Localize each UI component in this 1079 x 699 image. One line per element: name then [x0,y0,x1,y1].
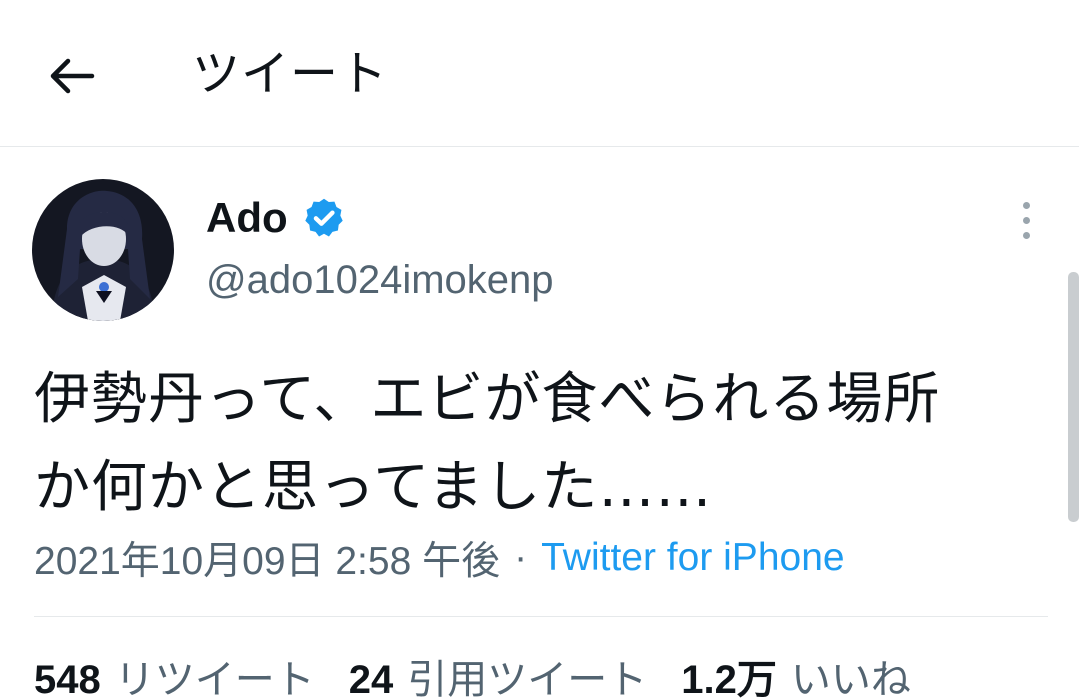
likes-count: 1.2万 [681,658,777,699]
verified-badge-icon [304,198,343,237]
arrow-left-icon [50,58,95,94]
more-vertical-icon-dot [1022,216,1030,224]
quotes-count: 24 [348,658,394,699]
more-vertical-icon-dot [1022,201,1030,209]
quotes-label: 引用ツイート [407,657,648,699]
retweets-label: リツイート [114,657,315,699]
quotes-stat[interactable]: 24 引用ツイート [349,647,648,699]
top-header: ツイート [0,0,1079,147]
divider [34,616,1048,617]
avatar-image [32,179,174,321]
page-title: ツイート [192,46,389,102]
tweet-meta: 2021年10月09日 2:58 午後 · Twitter for iPhone [34,530,845,586]
author-display-name: Ado [206,194,288,241]
back-button[interactable] [36,40,108,112]
scrollbar[interactable] [1068,272,1079,522]
tweet-source-link[interactable]: Twitter for iPhone [541,536,844,580]
more-options-button[interactable] [1006,196,1046,244]
more-vertical-icon-dot [1022,231,1030,239]
tweet-timestamp[interactable]: 2021年10月09日 2:58 午後 [34,530,500,586]
tweet-text-line: か何かと思ってました…… [34,455,713,520]
tweet-text: 伊勢丹って、エビが食べられる場所 か何かと思ってました…… [34,356,1044,532]
likes-label: いいね [790,657,911,699]
avatar[interactable] [32,179,174,321]
meta-separator: · [514,536,528,579]
tweet-stats: 548 リツイート 24 引用ツイート 1.2万 いいね [34,646,945,699]
tweet-detail-page: ツイート Ado @ado1024imokenp 伊勢丹って、エビが食べられる場… [0,0,1079,699]
author-handle[interactable]: @ado1024imokenp [206,258,554,303]
tweet-text-line: 伊勢丹って、エビが食べられる場所 [34,367,941,432]
author-name-row[interactable]: Ado [206,190,346,246]
retweets-count: 548 [34,658,101,699]
retweets-stat[interactable]: 548 リツイート [34,647,315,699]
likes-stat[interactable]: 1.2万 いいね [681,647,911,699]
